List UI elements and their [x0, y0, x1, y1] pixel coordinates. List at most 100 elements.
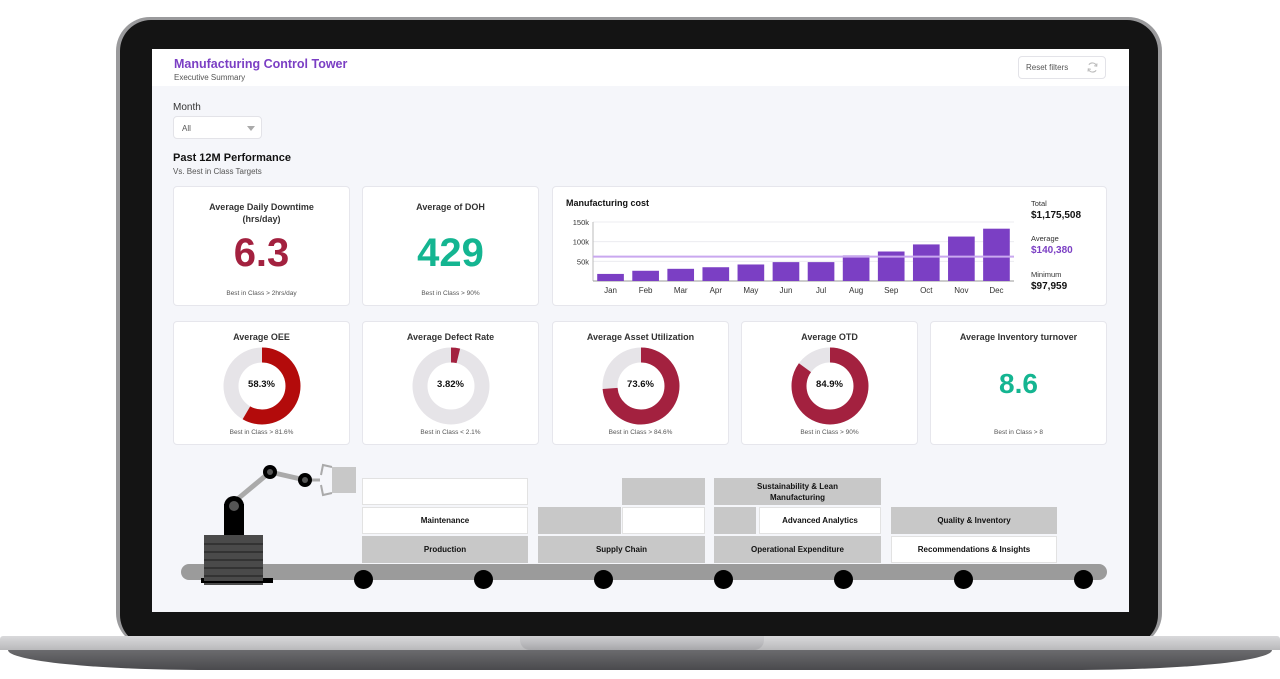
- roadmap-block-empty[interactable]: [714, 507, 756, 534]
- x-tick-label: Nov: [954, 286, 968, 295]
- bar-oct: [912, 244, 940, 281]
- x-tick-label: May: [743, 286, 758, 295]
- kpi-target: Best in Class > 2hrs/day: [226, 290, 297, 297]
- dashboard-screen: Manufacturing Control Tower Executive Su…: [152, 49, 1129, 612]
- bar-apr: [702, 267, 730, 281]
- app-subtitle: Executive Summary: [174, 73, 246, 82]
- kpi-title: Average Inventory turnover: [959, 332, 1078, 342]
- donut-target: Best in Class < 2.1%: [420, 429, 481, 436]
- x-tick-label: Apr: [710, 286, 723, 295]
- block-label: Supply Chain: [595, 545, 648, 554]
- laptop-notch: [520, 636, 764, 650]
- kpi-target: Best in Class > 8: [994, 429, 1043, 436]
- roadmap-block-empty[interactable]: [622, 478, 705, 505]
- total-value: $1,175,508: [1031, 210, 1082, 221]
- donut-target: Best in Class > 84.6%: [608, 429, 673, 436]
- kpi-card-downtime: Average Daily Downtime (hrs/day) 6.3 Bes…: [173, 186, 350, 306]
- bar-jan: [597, 273, 624, 281]
- bar-mar: [667, 268, 695, 281]
- donut-value: 3.82%: [437, 379, 464, 390]
- reset-filters-label: Reset filters: [1026, 63, 1069, 72]
- bar-may: [737, 264, 765, 281]
- kpi-title: Average Daily Downtime (hrs/day): [209, 202, 314, 224]
- x-tick-label: Jun: [780, 286, 793, 295]
- minimum-label: Minimum: [1031, 270, 1062, 279]
- refresh-icon: [1087, 62, 1098, 73]
- block-label: Production: [423, 545, 467, 554]
- average-value: $140,380: [1031, 245, 1073, 256]
- kpi-value: 6.3: [233, 231, 290, 275]
- x-tick-label: Oct: [920, 286, 933, 295]
- x-tick-label: Jul: [816, 286, 826, 295]
- x-tick-label: Dec: [989, 286, 1003, 295]
- section-subtitle: Vs. Best in Class Targets: [173, 167, 262, 176]
- block-label: Operational Expenditure: [751, 545, 844, 554]
- donut-card-oee: Average OEE 58.3% Best in Class > 81.6%: [173, 321, 350, 445]
- block-label: Quality & Inventory: [937, 516, 1011, 525]
- minimum-value: $97,959: [1031, 281, 1068, 292]
- laptop-base-bottom: [8, 650, 1272, 670]
- roadmap-block-opex[interactable]: Operational Expenditure: [714, 536, 881, 563]
- header: Manufacturing Control Tower Executive Su…: [152, 49, 1129, 86]
- conveyor-wheel: [1074, 570, 1093, 589]
- conveyor-wheel: [954, 570, 973, 589]
- bar-aug: [842, 255, 870, 281]
- manufacturing-cost-card: Manufacturing cost 50k 100k 150k Jan Feb Mar A…: [552, 186, 1107, 306]
- donut-target: Best in Class > 81.6%: [229, 429, 294, 436]
- block-label: Sustainability & Lean Manufacturing: [757, 481, 838, 502]
- block-label: Advanced Analytics: [782, 516, 858, 525]
- x-tick-label: Jan: [604, 286, 617, 295]
- kpi-target: Best in Class > 90%: [421, 290, 480, 297]
- x-tick-label: Sep: [884, 286, 899, 295]
- roadmap-block-maintenance[interactable]: Maintenance: [362, 507, 528, 534]
- donut-card-otd: Average OTD 84.9% Best in Class > 90%: [741, 321, 918, 445]
- roadmap-block-recommendations[interactable]: Recommendations & Insights: [891, 536, 1057, 563]
- donut-title: Average Asset Utilization: [586, 332, 695, 342]
- donut-title: Average Defect Rate: [406, 332, 495, 342]
- section-title: Past 12M Performance: [173, 152, 291, 164]
- kpi-card-doh: Average of DOH 429 Best in Class > 90%: [362, 186, 539, 306]
- total-label: Total: [1031, 199, 1047, 208]
- conveyor-wheel: [474, 570, 493, 589]
- x-tick-label: Aug: [849, 286, 863, 295]
- month-filter-label: Month: [173, 102, 201, 113]
- donut-value: 58.3%: [248, 379, 275, 390]
- bar-jun: [772, 262, 800, 281]
- roadmap-block-supply-chain[interactable]: Supply Chain: [538, 536, 705, 563]
- roadmap-block-quality-inventory[interactable]: Quality & Inventory: [891, 507, 1057, 534]
- robot-base-overlay: [204, 535, 263, 581]
- roadmap-block-production[interactable]: Production: [362, 536, 528, 563]
- block-label: Maintenance: [420, 516, 470, 525]
- bar-nov: [948, 236, 975, 281]
- manufacturing-cost-chart: 50k 100k 150k Jan Feb Mar Apr May Jun Jul Aug Sep Oc…: [573, 218, 1014, 295]
- donut-card-defect-rate: Average Defect Rate 3.82% Best in Class …: [362, 321, 539, 445]
- y-tick-label: 150k: [573, 218, 590, 227]
- conveyor-wheel: [714, 570, 733, 589]
- x-tick-label: Mar: [674, 286, 688, 295]
- month-select[interactable]: All: [173, 116, 262, 139]
- roadmap-block-sustainability[interactable]: Sustainability & Lean Manufacturing: [714, 478, 881, 505]
- kpi-card-inventory-turnover: Average Inventory turnover 8.6 Best in C…: [930, 321, 1107, 445]
- roadmap-block-empty[interactable]: [362, 478, 528, 505]
- average-label: Average: [1031, 234, 1059, 243]
- kpi-title: Average of DOH: [416, 202, 485, 212]
- bar-feb: [632, 270, 659, 281]
- bar-jul: [807, 262, 835, 281]
- roadmap-block-empty[interactable]: [538, 507, 621, 534]
- x-tick-label: Feb: [639, 286, 653, 295]
- donut-value: 84.9%: [816, 379, 843, 390]
- block-label: Recommendations & Insights: [917, 545, 1031, 554]
- kpi-value: 8.6: [999, 368, 1038, 399]
- conveyor-wheel: [594, 570, 613, 589]
- donut-value: 73.6%: [627, 379, 654, 390]
- reset-filters-button[interactable]: Reset filters: [1018, 56, 1106, 79]
- donut-target: Best in Class > 90%: [800, 429, 859, 436]
- chevron-down-icon: [247, 126, 255, 131]
- roadmap-block-advanced-analytics[interactable]: Advanced Analytics: [759, 507, 881, 534]
- kpi-value: 429: [417, 231, 484, 275]
- donut-title: Average OEE: [233, 332, 290, 342]
- app-title: Manufacturing Control Tower: [174, 57, 348, 71]
- y-tick-label: 100k: [573, 238, 590, 247]
- bar-dec: [983, 228, 1010, 281]
- roadmap-block-empty[interactable]: [622, 507, 705, 534]
